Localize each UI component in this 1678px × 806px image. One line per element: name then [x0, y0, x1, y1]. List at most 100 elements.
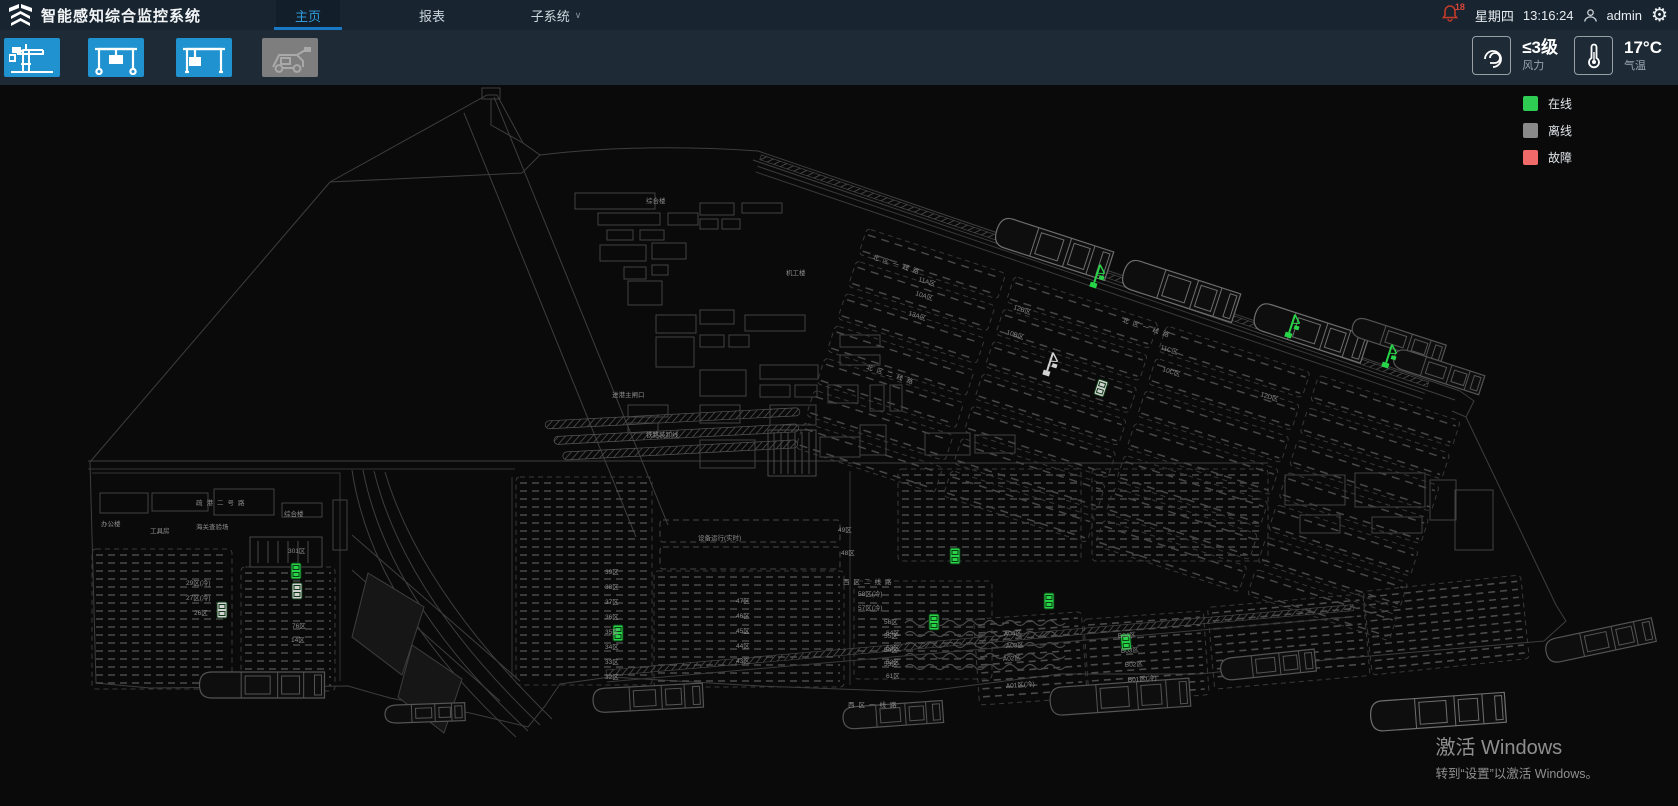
map-label: 32区: [605, 673, 619, 681]
map-label: 西区二线路: [843, 577, 896, 586]
quay-crane-filter-button[interactable]: [4, 38, 60, 77]
app-title: 智能感知综合监控系统: [41, 5, 201, 26]
legend-offline: 离线: [1523, 122, 1572, 139]
legend-online: 在线: [1523, 95, 1572, 112]
map-label: 综合楼: [646, 196, 666, 205]
equipment-toolbar: ≤3级 风力 17°C 气温: [0, 30, 1678, 85]
map-label: 64区: [886, 629, 900, 637]
port-map[interactable]: 综合楼机工楼进港主闸口铁路装卸线疏港二号路办公楼工具房海关查验场综合楼301区2…: [0, 85, 1678, 806]
wind-value: ≤3级: [1522, 38, 1558, 58]
rtg-marker-online[interactable]: [950, 548, 960, 564]
alarm-bell-button[interactable]: 18: [1442, 4, 1466, 26]
port-map-canvas[interactable]: 综合楼机工楼进港主闸口铁路装卸线疏港二号路办公楼工具房海关查验场综合楼301区2…: [0, 85, 1678, 806]
username[interactable]: admin: [1607, 8, 1642, 23]
offline-swatch: [1523, 123, 1538, 138]
wind-tile: ≤3级 风力: [1472, 36, 1558, 75]
ship: [1370, 692, 1507, 731]
map-label: 76区: [292, 622, 306, 630]
map-label: 工具房: [150, 526, 170, 535]
map-label: 西区一线路: [848, 700, 901, 709]
thermometer-icon: [1574, 36, 1613, 75]
map-label: A02区: [1003, 654, 1022, 663]
map-label: 10C区: [1161, 365, 1181, 378]
user-icon: [1583, 8, 1598, 23]
forklift-icon: [267, 41, 313, 75]
map-label: 北区二线路: [865, 362, 918, 387]
top-bar: 智能感知综合监控系统 主页 报表 子系统∨ 18 星期四 13:16:24 ad…: [0, 0, 1678, 30]
map-label: 49区: [838, 526, 852, 534]
online-swatch: [1523, 96, 1538, 111]
map-label: 29区(冷): [186, 578, 211, 587]
main-tabs: 主页 报表 子系统∨: [276, 0, 648, 30]
wind-label: 风力: [1522, 57, 1558, 73]
ship: [592, 683, 703, 713]
quay-crane-marker-offline[interactable]: [1042, 352, 1060, 378]
rtg-marker-offline[interactable]: [217, 602, 227, 618]
tab-home[interactable]: 主页: [276, 0, 340, 30]
temperature-tile: 17°C 气温: [1574, 36, 1662, 75]
map-label: 27区(冷): [186, 593, 211, 602]
map-label: 10B区: [1005, 328, 1025, 341]
temperature-value: 17°C: [1624, 38, 1662, 58]
map-label: 北区一线路: [871, 252, 924, 277]
wind-icon: [1472, 36, 1511, 75]
ship: [1544, 618, 1657, 664]
quay-crane-icon: [9, 42, 55, 74]
map-label: 机工楼: [786, 268, 806, 277]
map-label: 63区: [886, 644, 900, 652]
fault-swatch: [1523, 150, 1538, 165]
app-logo-icon: [8, 3, 33, 27]
map-label: 36区: [605, 613, 619, 621]
tab-subsystems[interactable]: 子系统∨: [524, 0, 588, 30]
map-label: 13A区: [907, 309, 927, 322]
temperature-label: 气温: [1624, 57, 1662, 73]
map-label: 11A区: [917, 275, 937, 288]
map-label: 34区: [605, 643, 619, 651]
map-label: 48区: [841, 549, 855, 557]
chevron-down-icon: ∨: [575, 10, 582, 21]
rtg-marker-offline[interactable]: [292, 583, 302, 599]
rtg-marker-online[interactable]: [291, 563, 301, 579]
map-label: 海关查验场: [196, 522, 229, 531]
rtg-marker-online[interactable]: [929, 614, 939, 630]
alarm-count-badge: 18: [1455, 2, 1465, 12]
ship: [200, 672, 325, 698]
map-label: 46区: [736, 612, 750, 620]
map-label: B03区: [1121, 646, 1140, 655]
forklift-filter-button[interactable]: [262, 38, 318, 77]
map-label: 62区: [886, 658, 900, 666]
map-label: A03区: [1006, 641, 1025, 650]
rtg-crane-filter-button[interactable]: [88, 38, 144, 77]
map-label: 33区: [605, 658, 619, 666]
map-label: 44区: [736, 642, 750, 650]
rtg-marker-offline[interactable]: [1094, 379, 1108, 397]
ship: [1119, 258, 1240, 323]
ship: [385, 703, 466, 724]
brand: 智能感知综合监控系统: [0, 3, 201, 27]
map-label: 39区: [605, 568, 619, 576]
map-label: 26区: [194, 609, 208, 617]
map-label: 35区: [605, 628, 619, 636]
weather-panel: ≤3级 风力 17°C 气温: [1472, 36, 1662, 75]
map-label: 45区: [736, 627, 750, 635]
map-label: 56区: [884, 618, 898, 626]
map-label: 综合楼: [284, 509, 304, 518]
map-label: 设备运行(实时): [698, 533, 741, 542]
ship: [1220, 649, 1317, 681]
map-label: 铁路装卸线: [646, 430, 679, 439]
rmg-crane-filter-button[interactable]: [176, 38, 232, 77]
map-label: 14区: [291, 636, 305, 644]
tab-reports[interactable]: 报表: [400, 0, 464, 30]
map-label: 办公楼: [101, 519, 121, 528]
map-label: 43区: [736, 657, 750, 665]
ship: [1251, 301, 1369, 363]
settings-gear-button[interactable]: ⚙: [1651, 6, 1668, 25]
map-label: 58区(冷): [858, 589, 883, 598]
map-label: 47区: [736, 597, 750, 605]
rmg-crane-icon: [181, 41, 227, 75]
map-label: 疏港二号路: [196, 498, 249, 507]
map-label: 61区: [886, 672, 900, 680]
rtg-marker-online[interactable]: [1044, 593, 1054, 609]
map-label: 37区: [605, 598, 619, 606]
ship: [992, 216, 1113, 281]
